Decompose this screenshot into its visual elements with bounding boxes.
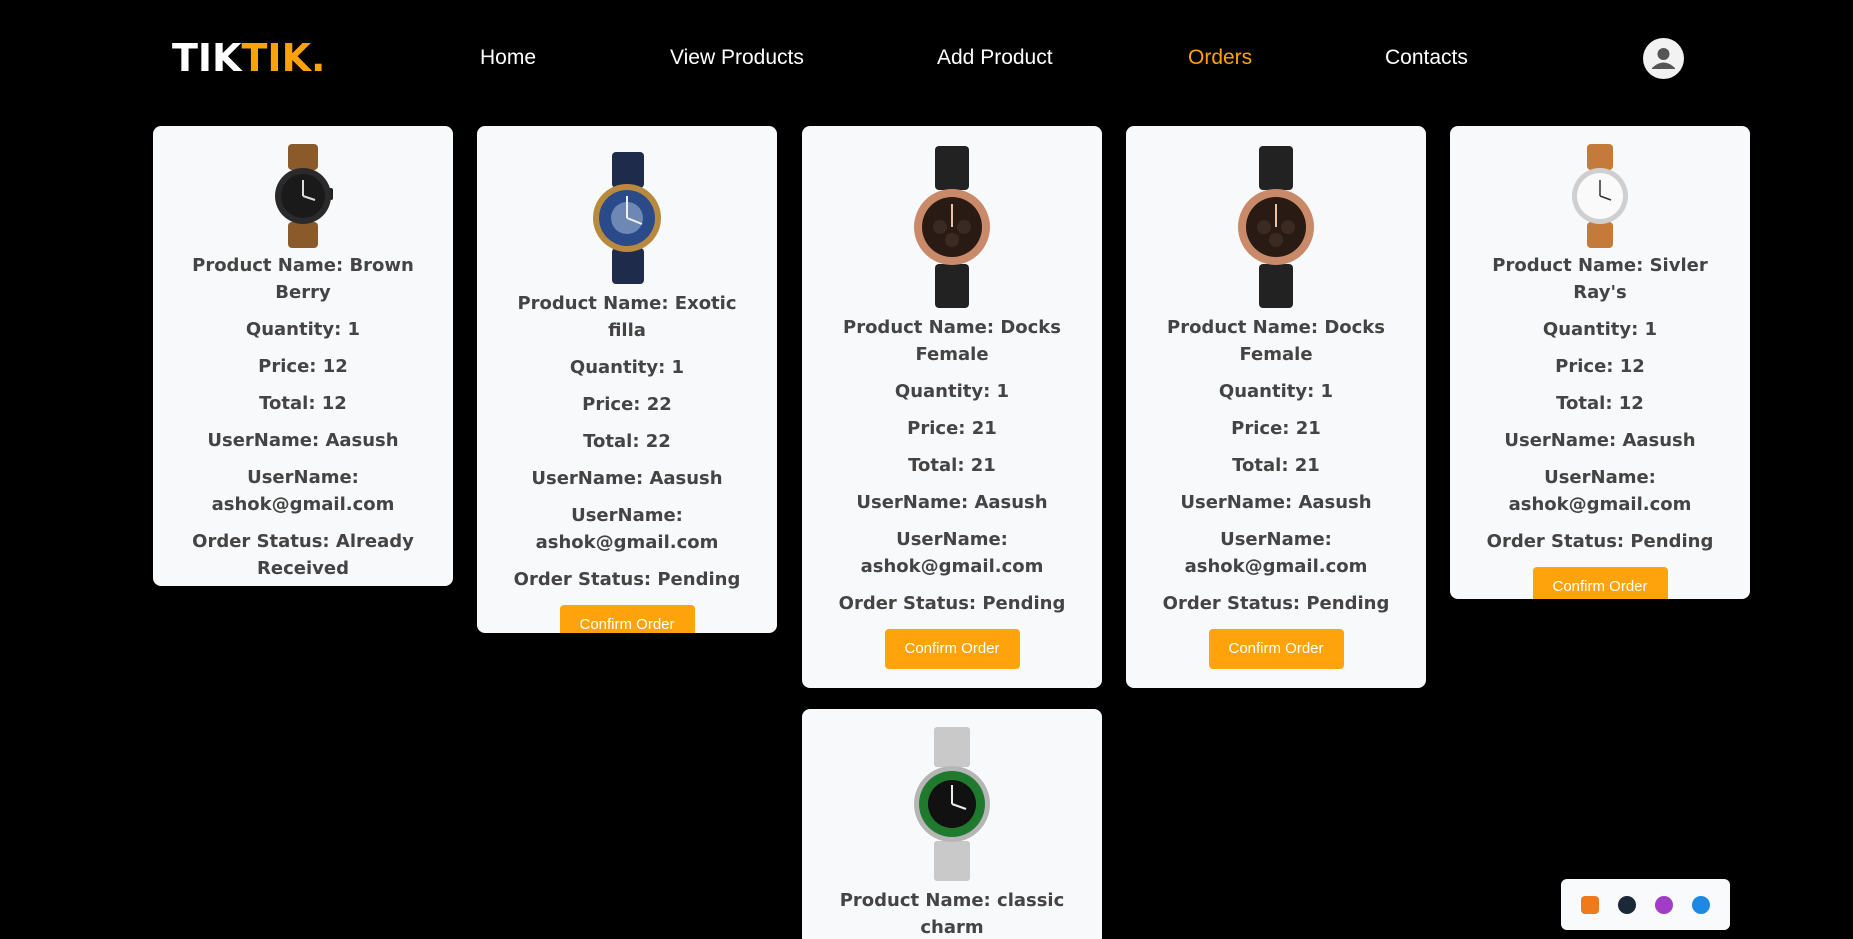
price: Price: 21 [1231,418,1321,439]
user-email: UserName: ashok@gmail.com [1184,529,1368,577]
nav-add-product-link[interactable]: Add Product [937,46,1053,70]
username: UserName: Aasush [531,468,723,489]
order-card: Product Name: Brown Berry Quantity: 1 Pr… [153,126,453,586]
product-name: Product Name: Sivler Ray's [1492,255,1708,303]
order-status: Order Status: Pending [1162,593,1390,614]
product-name: Product Name: Brown Berry [192,255,414,303]
order-card: Product Name: Docks Female Quantity: 1 P… [1126,126,1426,688]
confirm-order-button[interactable]: Confirm Order [1532,567,1668,599]
bluetooth-icon[interactable] [1692,895,1711,914]
brand-logo-part1: TIK [172,36,242,80]
nav-orders-link[interactable]: Orders [1188,46,1252,70]
order-card: Product Name: Exotic filla Quantity: 1 P… [477,126,777,633]
user-email: UserName: ashok@gmail.com [535,505,719,553]
xampp-icon[interactable] [1580,895,1599,914]
quantity: Quantity: 1 [569,357,685,378]
product-image-silver-watch [1572,144,1628,248]
quantity: Quantity: 1 [245,319,361,340]
product-image-brown-watch [275,144,333,248]
username: UserName: Aasush [1504,430,1696,451]
nav-view-products-link[interactable]: View Products [670,46,804,70]
price: Price: 12 [258,356,348,377]
product-image-green-diver-watch [914,727,990,881]
product-name: Product Name: Docks Female [1167,317,1385,365]
quantity: Quantity: 1 [1218,381,1334,402]
confirm-order-button[interactable]: Confirm Order [884,629,1020,669]
total: Total: 21 [908,455,996,476]
price: Price: 22 [582,394,672,415]
product-name: Product Name: classic charm [839,890,1065,938]
quantity: Quantity: 1 [1542,319,1658,340]
order-status: Order Status: Already Received [192,531,414,579]
username: UserName: Aasush [856,492,1048,513]
price: Price: 21 [907,418,997,439]
order-status: Order Status: Pending [513,569,741,590]
product-name: Product Name: Docks Female [843,317,1061,365]
user-avatar[interactable] [1643,38,1684,79]
brand-logo-part2: TIK. [241,36,326,80]
nav-contacts-link[interactable]: Contacts [1385,46,1468,70]
user-email: UserName: ashok@gmail.com [860,529,1044,577]
quantity: Quantity: 1 [894,381,1010,402]
total: Total: 12 [1556,393,1644,414]
order-card: Product Name: classic charm [802,709,1102,939]
confirm-order-button[interactable]: Confirm Order [1208,629,1344,669]
steam-icon[interactable] [1617,895,1636,914]
price: Price: 12 [1555,356,1645,377]
total: Total: 12 [259,393,347,414]
system-tray [1561,879,1730,930]
user-icon [1652,48,1675,69]
product-image-skeleton-watch [593,152,661,284]
order-card: Product Name: Sivler Ray's Quantity: 1 P… [1450,126,1750,599]
total: Total: 21 [1232,455,1320,476]
order-status: Order Status: Pending [1486,531,1714,552]
order-card: Product Name: Docks Female Quantity: 1 P… [802,126,1102,688]
user-email: UserName: ashok@gmail.com [211,467,395,515]
brand-logo[interactable]: TIKTIK. [172,36,325,80]
order-status: Order Status: Pending [838,593,1066,614]
total: Total: 22 [583,431,671,452]
firefox-icon[interactable] [1655,895,1674,914]
product-name: Product Name: Exotic filla [517,293,737,341]
username: UserName: Aasush [207,430,399,451]
username: UserName: Aasush [1180,492,1372,513]
confirm-order-button[interactable]: Confirm Order [559,605,695,633]
product-image-rose-gold-watch [914,146,990,308]
user-email: UserName: ashok@gmail.com [1508,467,1692,515]
nav-home-link[interactable]: Home [480,46,536,70]
product-image-rose-gold-watch [1238,146,1314,308]
